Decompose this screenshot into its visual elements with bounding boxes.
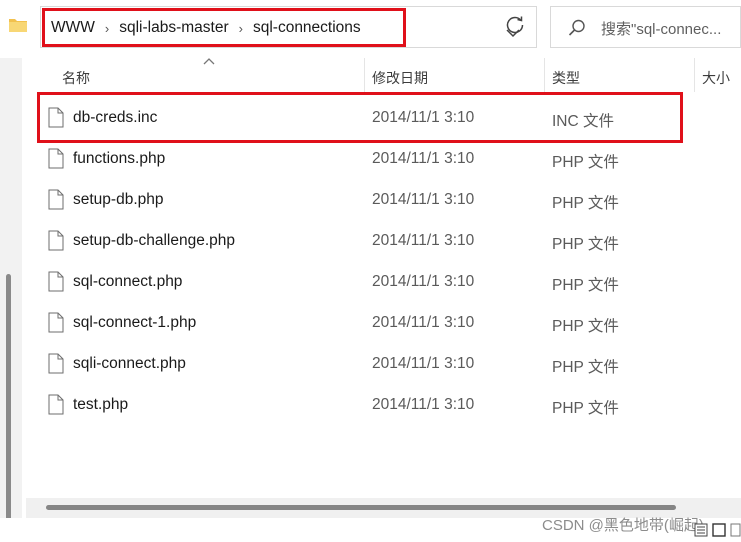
file-type: PHP 文件 <box>552 236 619 253</box>
file-type: PHP 文件 <box>552 195 619 212</box>
file-name: setup-db.php <box>73 191 164 208</box>
file-date: 2014/11/1 3:10 <box>372 273 475 290</box>
column-header-size[interactable]: 大小 <box>702 68 730 88</box>
column-header-name[interactable]: 名称 <box>62 68 90 88</box>
table-row[interactable]: setup-db.php 2014/11/1 3:10 PHP 文件 <box>22 180 741 221</box>
file-date: 2014/11/1 3:10 <box>372 396 475 413</box>
search-input[interactable]: 搜索"sql-connec... <box>601 18 741 39</box>
refresh-icon[interactable] <box>504 14 526 36</box>
file-date: 2014/11/1 3:10 <box>372 150 475 167</box>
file-name: functions.php <box>73 150 166 167</box>
file-icon <box>48 271 64 292</box>
file-date: 2014/11/1 3:10 <box>372 355 475 372</box>
file-icon <box>48 189 64 210</box>
view-toggle-icon[interactable] <box>730 523 741 537</box>
navigation-pane[interactable] <box>0 58 22 540</box>
table-row[interactable]: sql-connect-1.php 2014/11/1 3:10 PHP 文件 <box>22 303 741 344</box>
folder-icon <box>9 19 27 32</box>
file-name: test.php <box>73 396 129 413</box>
search-icon <box>568 19 585 36</box>
table-row[interactable]: setup-db-challenge.php 2014/11/1 3:10 PH… <box>22 221 741 262</box>
row-highlight-annotation <box>37 92 683 143</box>
column-header-type[interactable]: 类型 <box>552 68 580 88</box>
file-icon <box>48 394 64 415</box>
column-header-date[interactable]: 修改日期 <box>372 68 428 88</box>
file-date: 2014/11/1 3:10 <box>372 314 475 331</box>
horizontal-scrollbar-thumb[interactable] <box>46 505 676 510</box>
file-type: PHP 文件 <box>552 154 619 171</box>
nav-scrollbar[interactable] <box>6 274 11 540</box>
file-name: sql-connect.php <box>73 273 183 290</box>
file-name: sql-connect-1.php <box>73 314 197 331</box>
file-icon <box>48 353 64 374</box>
file-date: 2014/11/1 3:10 <box>372 191 475 208</box>
table-row[interactable]: sqli-connect.php 2014/11/1 3:10 PHP 文件 <box>22 344 741 385</box>
table-row[interactable]: test.php 2014/11/1 3:10 PHP 文件 <box>22 385 741 426</box>
table-row[interactable]: sql-connect.php 2014/11/1 3:10 PHP 文件 <box>22 262 741 303</box>
file-type: PHP 文件 <box>552 359 619 376</box>
address-highlight-annotation <box>42 8 406 47</box>
file-icon <box>48 230 64 251</box>
column-divider[interactable] <box>364 58 365 92</box>
file-type: PHP 文件 <box>552 277 619 294</box>
table-row[interactable]: functions.php 2014/11/1 3:10 PHP 文件 <box>22 139 741 180</box>
file-icon <box>48 312 64 333</box>
file-type: PHP 文件 <box>552 318 619 335</box>
file-type: PHP 文件 <box>552 400 619 417</box>
column-divider[interactable] <box>544 58 545 92</box>
file-date: 2014/11/1 3:10 <box>372 232 475 249</box>
details-view-icon[interactable] <box>694 523 708 537</box>
search-box[interactable]: 搜索"sql-connec... <box>550 6 741 48</box>
file-icon <box>48 148 64 169</box>
column-divider[interactable] <box>694 58 695 92</box>
sort-up-icon <box>203 58 215 65</box>
large-icons-view-icon[interactable] <box>712 523 726 537</box>
file-name: setup-db-challenge.php <box>73 232 236 249</box>
watermark: CSDN @黑色地带(崛起) <box>542 517 704 534</box>
column-header-row: 名称 修改日期 类型 大小 <box>22 58 741 94</box>
file-name: sqli-connect.php <box>73 355 186 372</box>
